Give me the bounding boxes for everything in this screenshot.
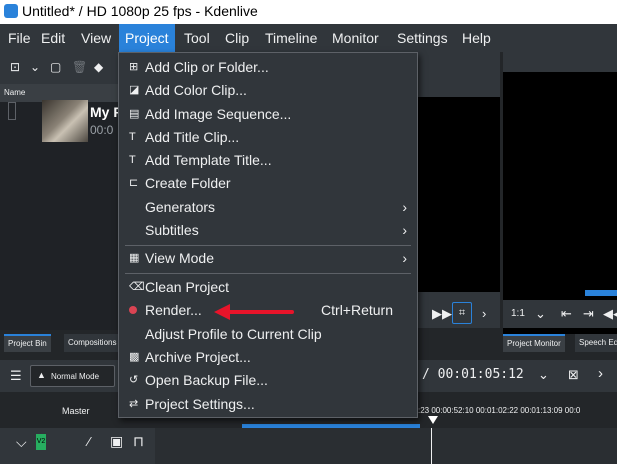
menu-item-view-mode[interactable]: ▦ View Mode ›	[119, 247, 417, 270]
archive-icon: ▩	[129, 351, 140, 363]
track-badge[interactable]: V2	[36, 434, 46, 450]
tag-icon[interactable]: ◆	[94, 60, 103, 74]
project-monitor-controls: 1:1 ⌄ ⇤ ⇥ ◀◀	[503, 300, 617, 328]
set-out-icon[interactable]: ⇥	[583, 306, 594, 322]
edit-mode-label: Normal Mode	[51, 372, 100, 381]
menu-item-create-folder[interactable]: ⊏ Create Folder	[119, 172, 417, 195]
title-clip-icon: T	[129, 131, 136, 143]
clip-monitor	[418, 52, 500, 300]
tab-project-monitor[interactable]: Project Monitor	[503, 334, 565, 352]
more-chevron-icon[interactable]: ›	[598, 365, 603, 382]
tab-project-bin[interactable]: Project Bin	[4, 334, 51, 352]
menu-item-add-color-clip[interactable]: ◪ Add Color Clip...	[119, 79, 417, 102]
collapse-chevron-icon[interactable]: ⌵	[16, 434, 27, 451]
zoom-chevron-icon[interactable]: ⌄	[535, 306, 546, 322]
film-icon[interactable]: ▣	[110, 433, 123, 450]
menu-monitor[interactable]: Monitor	[326, 24, 385, 52]
render-record-icon	[129, 306, 137, 314]
timeline-settings-icon[interactable]: ☰	[10, 368, 22, 384]
annotation-arrow-icon	[214, 304, 294, 320]
menu-file[interactable]: File	[2, 24, 37, 52]
image-sequence-icon: ▤	[129, 108, 140, 120]
submenu-arrow-icon: ›	[402, 250, 407, 266]
crop-icon[interactable]: ⌗	[452, 302, 472, 324]
menu-project[interactable]: Project	[119, 24, 175, 52]
timecode-chevron-icon[interactable]: ⌄	[538, 367, 549, 383]
track-header: ⌵ V2 ⁄ ▣ ⊓	[0, 428, 155, 464]
template-title-icon: T	[129, 154, 136, 166]
expand-box[interactable]	[8, 102, 16, 120]
menu-item-add-clip[interactable]: ⊞ Add Clip or Folder...	[119, 56, 417, 79]
folder-icon: ⊏	[129, 177, 139, 189]
bin-toolbar: ⊡ ⌄ ▢ 🗑 ◆	[0, 52, 120, 84]
playhead-marker[interactable]	[428, 416, 438, 424]
backup-icon: ↺	[129, 374, 139, 386]
timeline-timecode[interactable]: / 00:01:05:12	[422, 367, 524, 382]
effect-wand-icon[interactable]: ⁄	[88, 434, 90, 449]
menu-separator	[125, 245, 411, 246]
chevron-right-icon[interactable]: ›	[482, 306, 486, 321]
menu-help[interactable]: Help	[456, 24, 497, 52]
menu-item-generators[interactable]: Generators ›	[119, 196, 417, 219]
project-monitor	[503, 52, 617, 337]
add-clip-icon[interactable]: ⊡	[10, 60, 20, 74]
monitor-tab-strip: Project Monitor Speech Ed	[503, 334, 617, 352]
project-menu: ⊞ Add Clip or Folder... ◪ Add Color Clip…	[118, 52, 418, 418]
view-mode-icon: ▦	[129, 252, 140, 264]
video-track: ⌵ V2 ⁄ ▣ ⊓	[0, 428, 617, 464]
menu-item-add-image-sequence[interactable]: ▤ Add Image Sequence...	[119, 103, 417, 126]
playhead-line	[431, 428, 432, 464]
menu-item-clean-project[interactable]: ⌫ Clean Project	[119, 276, 417, 299]
fast-forward-icon[interactable]: ▶▶	[432, 306, 452, 322]
render-shortcut: Ctrl+Return	[321, 302, 393, 318]
window-title: Untitled* / HD 1080p 25 fps - Kdenlive	[22, 3, 258, 19]
clip-thumbnail[interactable]	[42, 100, 88, 142]
submenu-arrow-icon: ›	[402, 222, 407, 238]
menu-clip[interactable]: Clip	[219, 24, 255, 52]
clip-duration: 00:0	[90, 123, 114, 137]
trash-icon[interactable]: 🗑	[72, 60, 87, 74]
project-monitor-screen[interactable]	[503, 72, 617, 337]
menu-item-open-backup[interactable]: ↺ Open Backup File...	[119, 369, 417, 392]
tab-compositions[interactable]: Compositions	[64, 334, 121, 352]
monitor-zone-bar	[585, 290, 617, 296]
menu-item-project-settings[interactable]: ⇄ Project Settings...	[119, 393, 417, 416]
kdenlive-app-icon	[4, 4, 18, 18]
mode-icon: ▲	[37, 370, 46, 380]
menu-tool[interactable]: Tool	[178, 24, 216, 52]
menu-item-archive-project[interactable]: ▩ Archive Project...	[119, 346, 417, 369]
bin-column-name[interactable]: Name	[4, 88, 25, 97]
master-label: Master	[62, 406, 90, 416]
submenu-arrow-icon: ›	[402, 199, 407, 215]
menu-settings[interactable]: Settings	[391, 24, 454, 52]
add-clip-icon: ⊞	[129, 61, 139, 73]
settings-sliders-icon: ⇄	[129, 398, 139, 410]
menu-item-adjust-profile[interactable]: Adjust Profile to Current Clip	[119, 323, 417, 346]
menu-separator	[125, 273, 411, 274]
menu-timeline[interactable]: Timeline	[259, 24, 323, 52]
menu-item-subtitles[interactable]: Subtitles ›	[119, 219, 417, 242]
folder-icon[interactable]: ▢	[50, 60, 61, 74]
lock-icon[interactable]: ⊓	[133, 433, 144, 450]
rewind-icon[interactable]: ◀◀	[603, 306, 617, 322]
menu-bar: File Edit View Project Tool Clip Timelin…	[0, 24, 617, 52]
set-in-icon[interactable]: ⇤	[561, 306, 572, 322]
menu-edit[interactable]: Edit	[35, 24, 71, 52]
menu-view[interactable]: View	[75, 24, 117, 52]
menu-item-add-template-title[interactable]: T Add Template Title...	[119, 149, 417, 172]
clean-project-icon: ⌫	[129, 281, 145, 293]
color-clip-icon: ◪	[129, 84, 140, 96]
edit-mode-select[interactable]: ▲ Normal Mode	[30, 365, 115, 387]
menu-item-add-title-clip[interactable]: T Add Title Clip...	[119, 126, 417, 149]
chevron-down-icon[interactable]: ⌄	[30, 60, 40, 74]
bin-tab-strip: Project Bin Compositions	[0, 334, 121, 352]
ruler-timecodes[interactable]: :23 00:00:52:10 00:01:02:22 00:01:13:09 …	[418, 406, 580, 415]
zoom-level[interactable]: 1:1	[511, 308, 525, 319]
fit-zoom-icon[interactable]: ⊠	[568, 367, 579, 383]
clip-monitor-controls: ▶▶ ⌗ ›	[418, 300, 500, 328]
title-bar: Untitled* / HD 1080p 25 fps - Kdenlive	[0, 0, 617, 24]
track-body[interactable]	[155, 428, 617, 464]
clip-monitor-screen[interactable]	[418, 97, 500, 292]
tab-speech-editor[interactable]: Speech Ed	[575, 334, 617, 352]
